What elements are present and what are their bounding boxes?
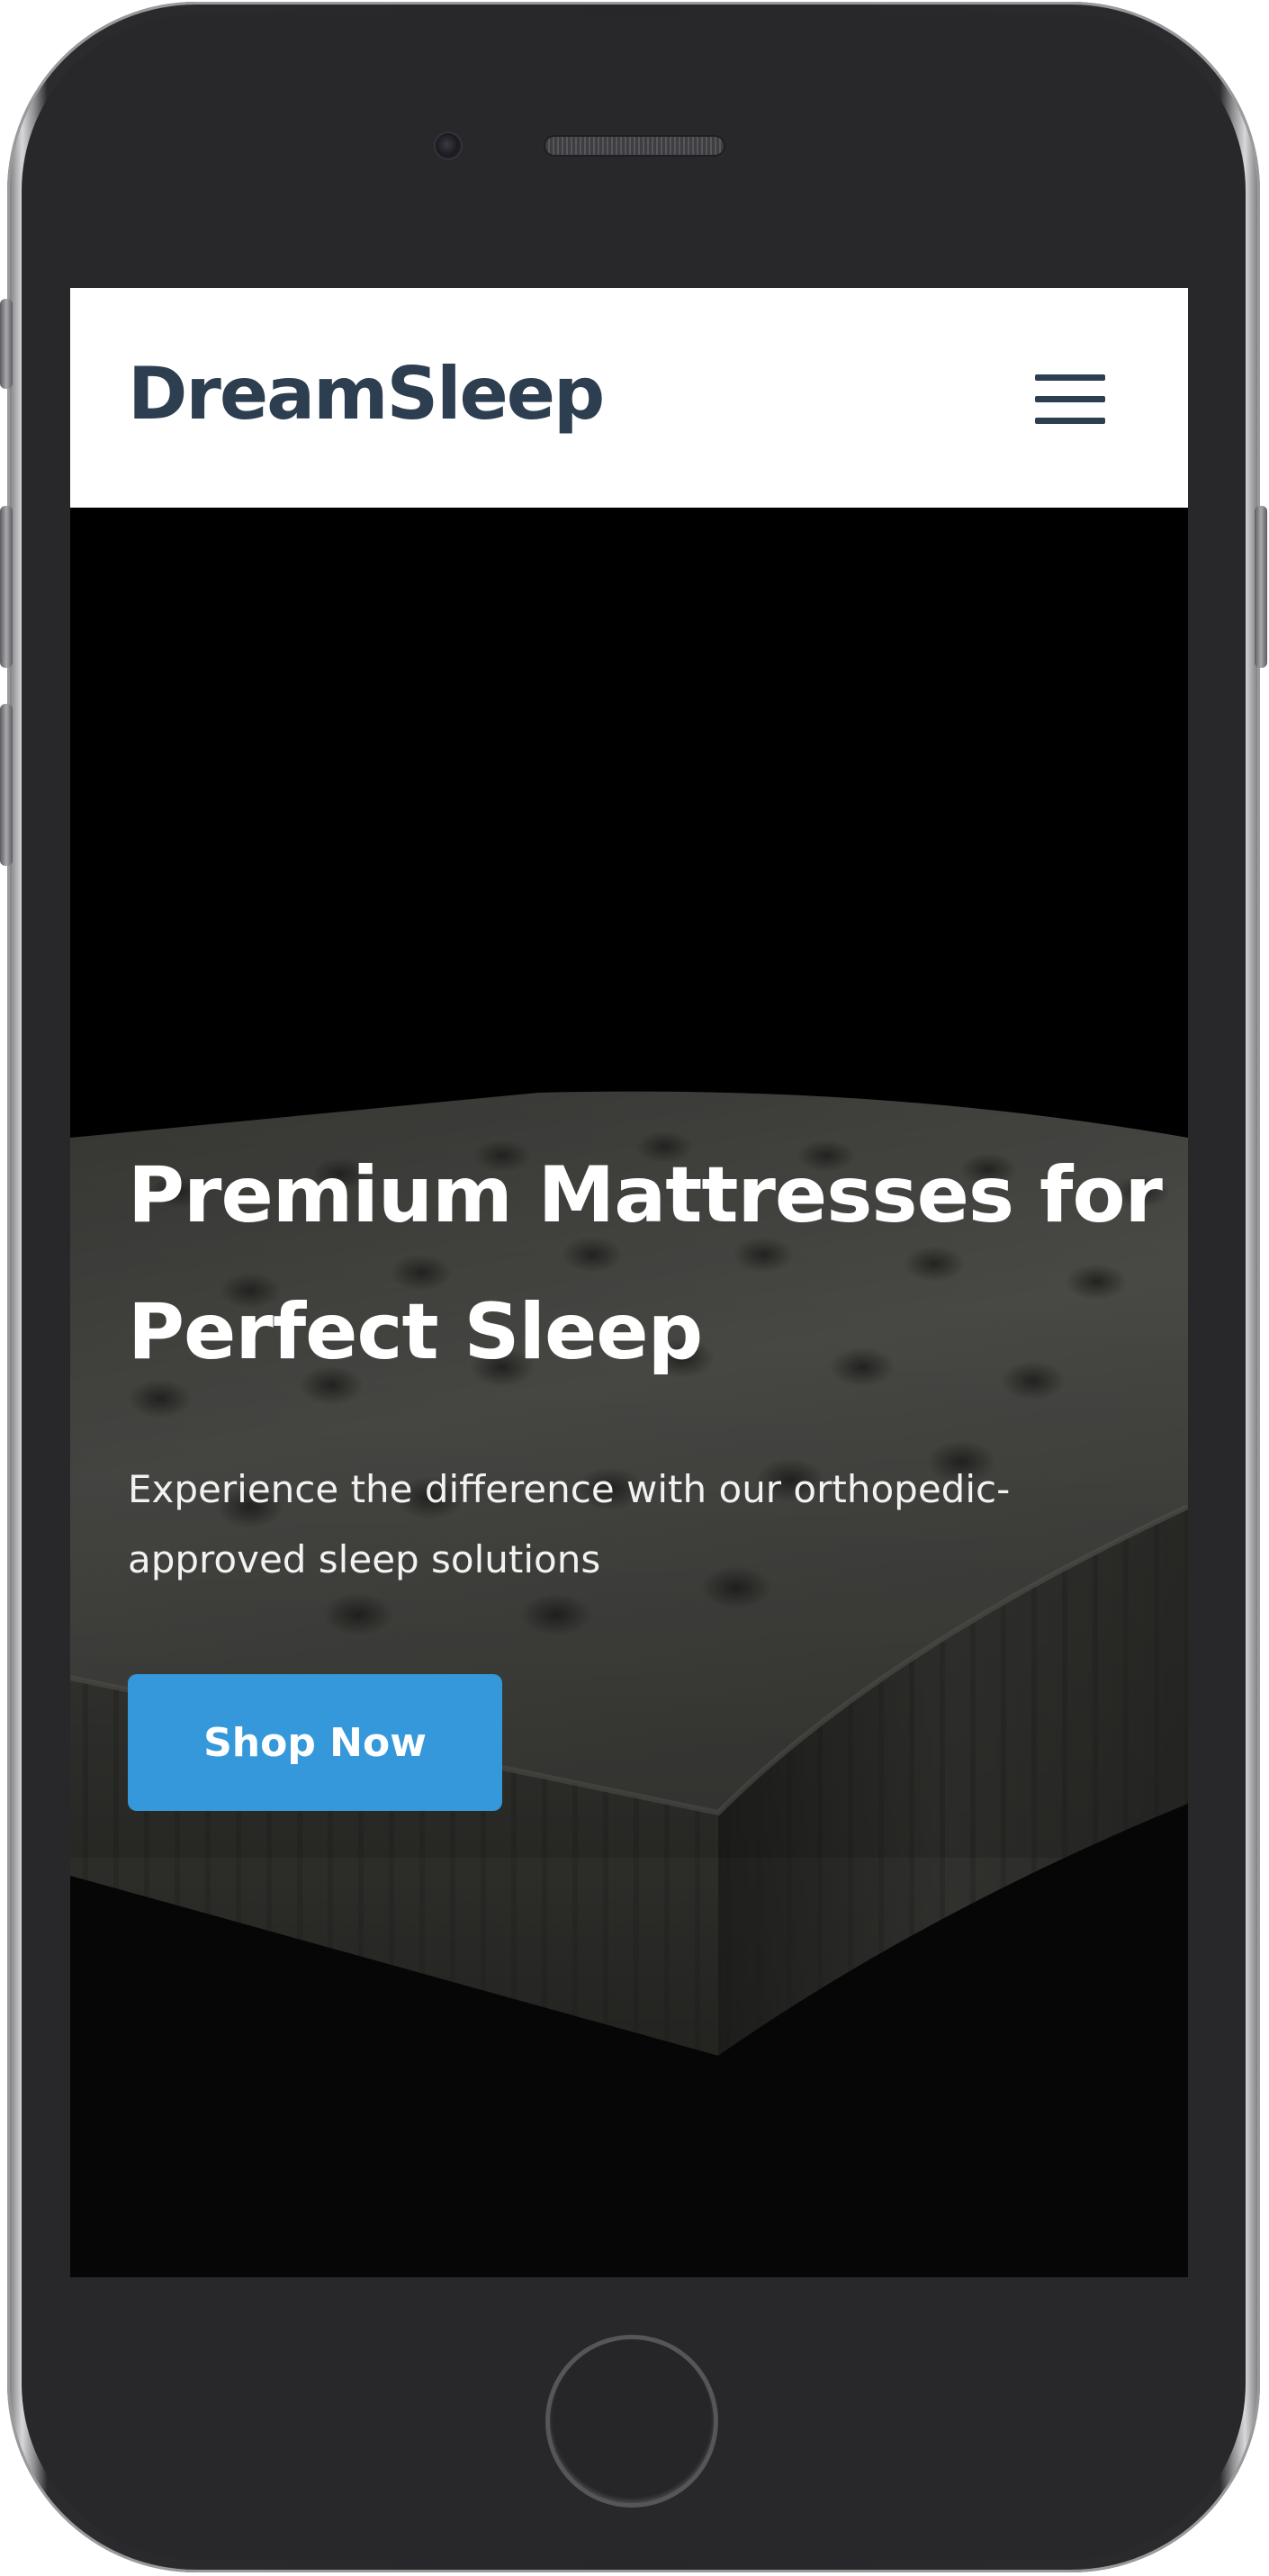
volume-up-button: [0, 506, 13, 668]
navbar: DreamSleep: [70, 288, 1188, 508]
device-screen: DreamSleep Premium Mattresses for Perfec…: [70, 288, 1188, 2277]
hero-title: Premium Mattresses for Perfect Sleep: [128, 1150, 1163, 1377]
hamburger-menu-icon[interactable]: [1035, 371, 1107, 427]
home-button: [545, 2335, 718, 2508]
hero-section: Premium Mattresses for Perfect Sleep Exp…: [70, 508, 1188, 2277]
power-button: [1255, 506, 1267, 668]
earpiece-speaker: [545, 137, 724, 155]
volume-down-button: [0, 704, 13, 866]
front-camera: [436, 133, 461, 158]
hero-subtitle: Experience the difference with our ortho…: [128, 1467, 1011, 1581]
brand-logo[interactable]: DreamSleep: [128, 358, 605, 430]
mute-switch: [0, 299, 13, 389]
shop-now-button[interactable]: Shop Now: [128, 1674, 502, 1811]
